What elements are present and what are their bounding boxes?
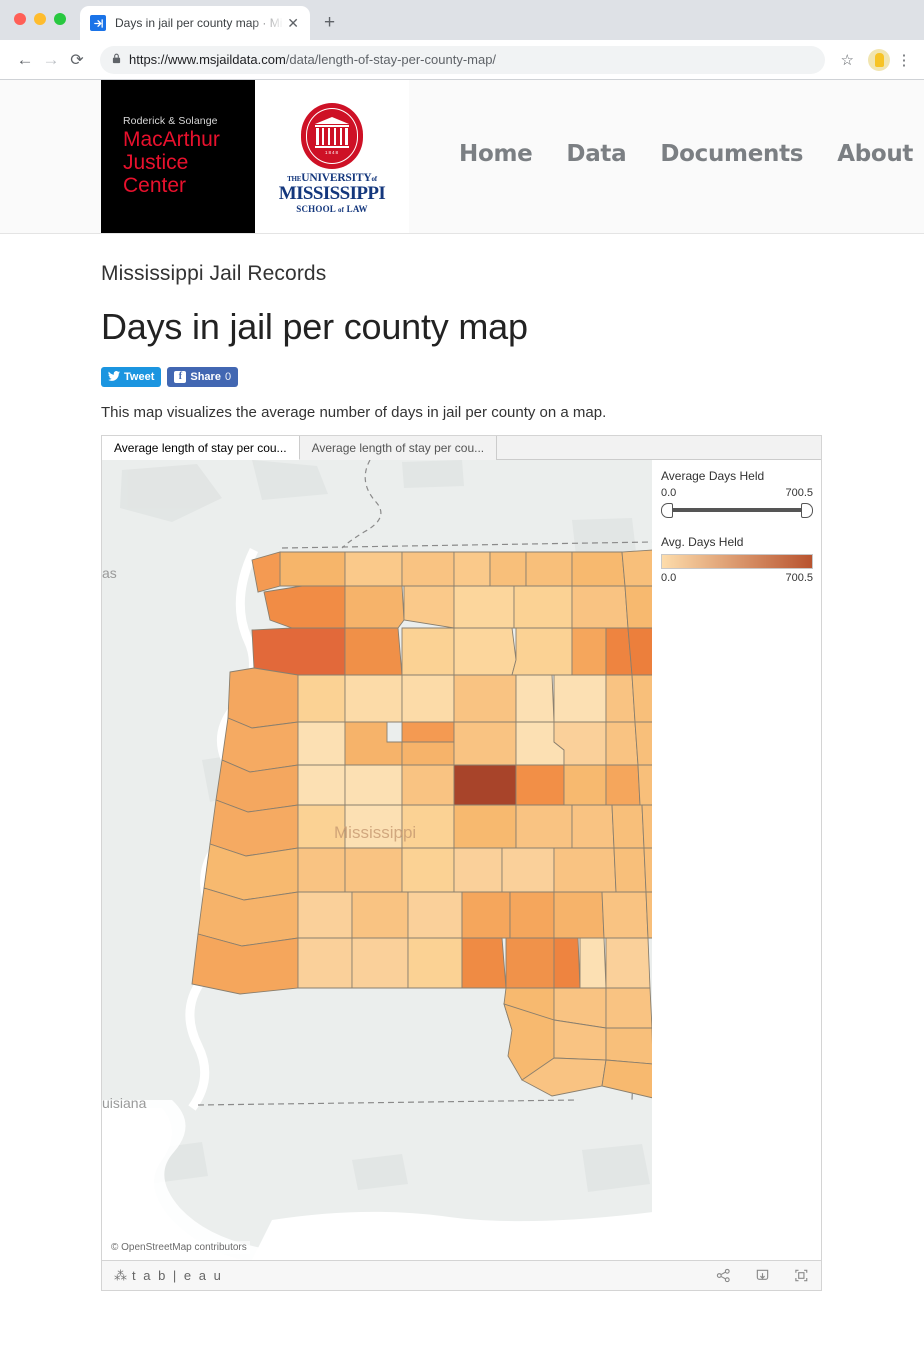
macarthur-logo-line1: MacArthur: [123, 128, 220, 152]
university-of-mississippi-law-logo[interactable]: 1848 THEUNIVERSITYof MISSISSIPPI SCHOOL …: [255, 80, 409, 233]
macarthur-logo-subtitle: Roderick & Solange: [123, 115, 218, 128]
viz-body: as Mississippi uisiana © OpenStreetMap c…: [102, 460, 821, 1260]
tableau-viz: Average length of stay per cou... Averag…: [101, 435, 822, 1291]
share-count: 0: [224, 371, 232, 383]
nav-item-data[interactable]: Data: [566, 141, 626, 167]
nav-item-home[interactable]: Home: [459, 141, 533, 167]
color-legend-title: Avg. Days Held: [661, 535, 744, 549]
profile-glyph-icon: [874, 52, 884, 67]
macarthur-logo-line2: Justice: [123, 151, 189, 175]
map-label-louisiana: uisiana: [102, 1095, 147, 1111]
tab-title: Days in jail per county map · Mi: [115, 16, 283, 30]
range-slider[interactable]: [661, 502, 813, 518]
window-controls[interactable]: [14, 13, 66, 25]
color-legend-labels: 0.0 700.5: [661, 572, 813, 584]
filter-range-labels: 0.0 700.5: [661, 487, 813, 499]
viz-tab-1[interactable]: Average length of stay per cou...: [102, 436, 300, 460]
legend-min-value: 0.0: [661, 572, 677, 584]
tableau-glyph-icon: ⁂: [114, 1267, 129, 1283]
address-bar[interactable]: https://www.msjaildata.com/data/length-o…: [100, 45, 825, 74]
color-legend-gradient: [661, 554, 813, 569]
um-logo-line2: MISSISSIPPI: [278, 183, 386, 204]
filter-max-value: 700.5: [785, 487, 813, 499]
browser-menu-button[interactable]: ⋮: [896, 51, 912, 69]
url-domain: https://www.msjaildata.com: [129, 52, 286, 67]
nav-item-documents[interactable]: Documents: [660, 141, 803, 167]
legend-max-value: 700.5: [785, 572, 813, 584]
nav-item-about[interactable]: About: [837, 141, 913, 167]
close-window-button[interactable]: [14, 13, 26, 25]
tableau-wordmark: t a b | e a u: [132, 1268, 223, 1283]
lock-icon: [112, 53, 121, 67]
um-crest-icon: 1848: [301, 103, 363, 169]
share-icon[interactable]: [716, 1268, 731, 1283]
url-path: /data/length-of-stay-per-county-map/: [285, 52, 497, 67]
map-label-arkansas: as: [102, 565, 117, 581]
facebook-share-button[interactable]: f Share 0: [167, 367, 239, 387]
um-logo-line3: SCHOOL of LAW: [296, 204, 368, 214]
choropleth-map[interactable]: as Mississippi uisiana © OpenStreetMap c…: [102, 460, 653, 1260]
slider-handle-min[interactable]: [661, 502, 673, 518]
page-title: Days in jail per county map: [101, 306, 528, 347]
back-button[interactable]: ←: [12, 50, 38, 70]
fullscreen-icon[interactable]: [794, 1268, 809, 1283]
new-tab-button[interactable]: +: [324, 12, 335, 34]
profile-avatar[interactable]: [868, 48, 890, 71]
browser-chrome: Days in jail per county map · Mi ✕ + ← →…: [0, 0, 924, 80]
slider-handle-max[interactable]: [801, 502, 813, 518]
main-navigation: Home Data Documents About: [459, 80, 913, 233]
browser-toolbar: ← → ⟳ https://www.msjaildata.com/data/le…: [0, 40, 924, 80]
viz-toolbar-actions: [716, 1268, 809, 1283]
bookmark-star-icon[interactable]: ☆: [841, 51, 854, 69]
login-arrow-icon: [90, 15, 106, 31]
facebook-f-icon: f: [174, 371, 187, 383]
minimize-window-button[interactable]: [34, 13, 46, 25]
tweet-label: Tweet: [124, 371, 155, 383]
slider-bar: [669, 508, 805, 512]
map-label-mississippi: Mississippi: [334, 823, 416, 842]
tableau-logo[interactable]: ⁂ t a b | e a u: [114, 1268, 223, 1284]
reload-button[interactable]: ⟳: [64, 50, 90, 70]
viz-legend-pane: Average Days Held 0.0 700.5 Avg. Days He…: [653, 460, 821, 1260]
map-svg: as Mississippi uisiana: [102, 460, 652, 1260]
browser-tab[interactable]: Days in jail per county map · Mi ✕: [80, 6, 310, 40]
page-content: Mississippi Jail Records Days in jail pe…: [0, 234, 924, 1291]
osm-attribution[interactable]: © OpenStreetMap contributors: [108, 1241, 250, 1254]
filter-title: Average Days Held: [661, 469, 765, 483]
viz-tab-bar: Average length of stay per cou... Averag…: [102, 436, 821, 460]
viz-tab-2[interactable]: Average length of stay per cou...: [299, 436, 498, 460]
download-icon[interactable]: [755, 1268, 770, 1283]
um-crest-year: 1848: [324, 149, 339, 155]
site-header: Roderick & Solange MacArthur Justice Cen…: [0, 80, 924, 234]
close-tab-button[interactable]: ✕: [284, 16, 302, 30]
viz-toolbar: ⁂ t a b | e a u: [102, 1260, 821, 1290]
forward-button[interactable]: →: [38, 50, 64, 70]
share-label: Share: [190, 371, 221, 383]
breadcrumb: Mississippi Jail Records: [101, 262, 327, 285]
tab-strip: Days in jail per county map · Mi ✕ +: [0, 0, 924, 40]
macarthur-justice-center-logo[interactable]: Roderick & Solange MacArthur Justice Cen…: [101, 80, 255, 233]
twitter-bird-icon: [108, 370, 120, 384]
social-share-bar: Tweet f Share 0: [101, 367, 924, 387]
filter-min-value: 0.0: [661, 487, 677, 499]
macarthur-logo-line3: Center: [123, 173, 187, 197]
maximize-window-button[interactable]: [54, 13, 66, 25]
page-description: This map visualizes the average number o…: [101, 404, 607, 421]
tweet-button[interactable]: Tweet: [101, 367, 162, 387]
url-text: https://www.msjaildata.com/data/length-o…: [129, 52, 496, 67]
